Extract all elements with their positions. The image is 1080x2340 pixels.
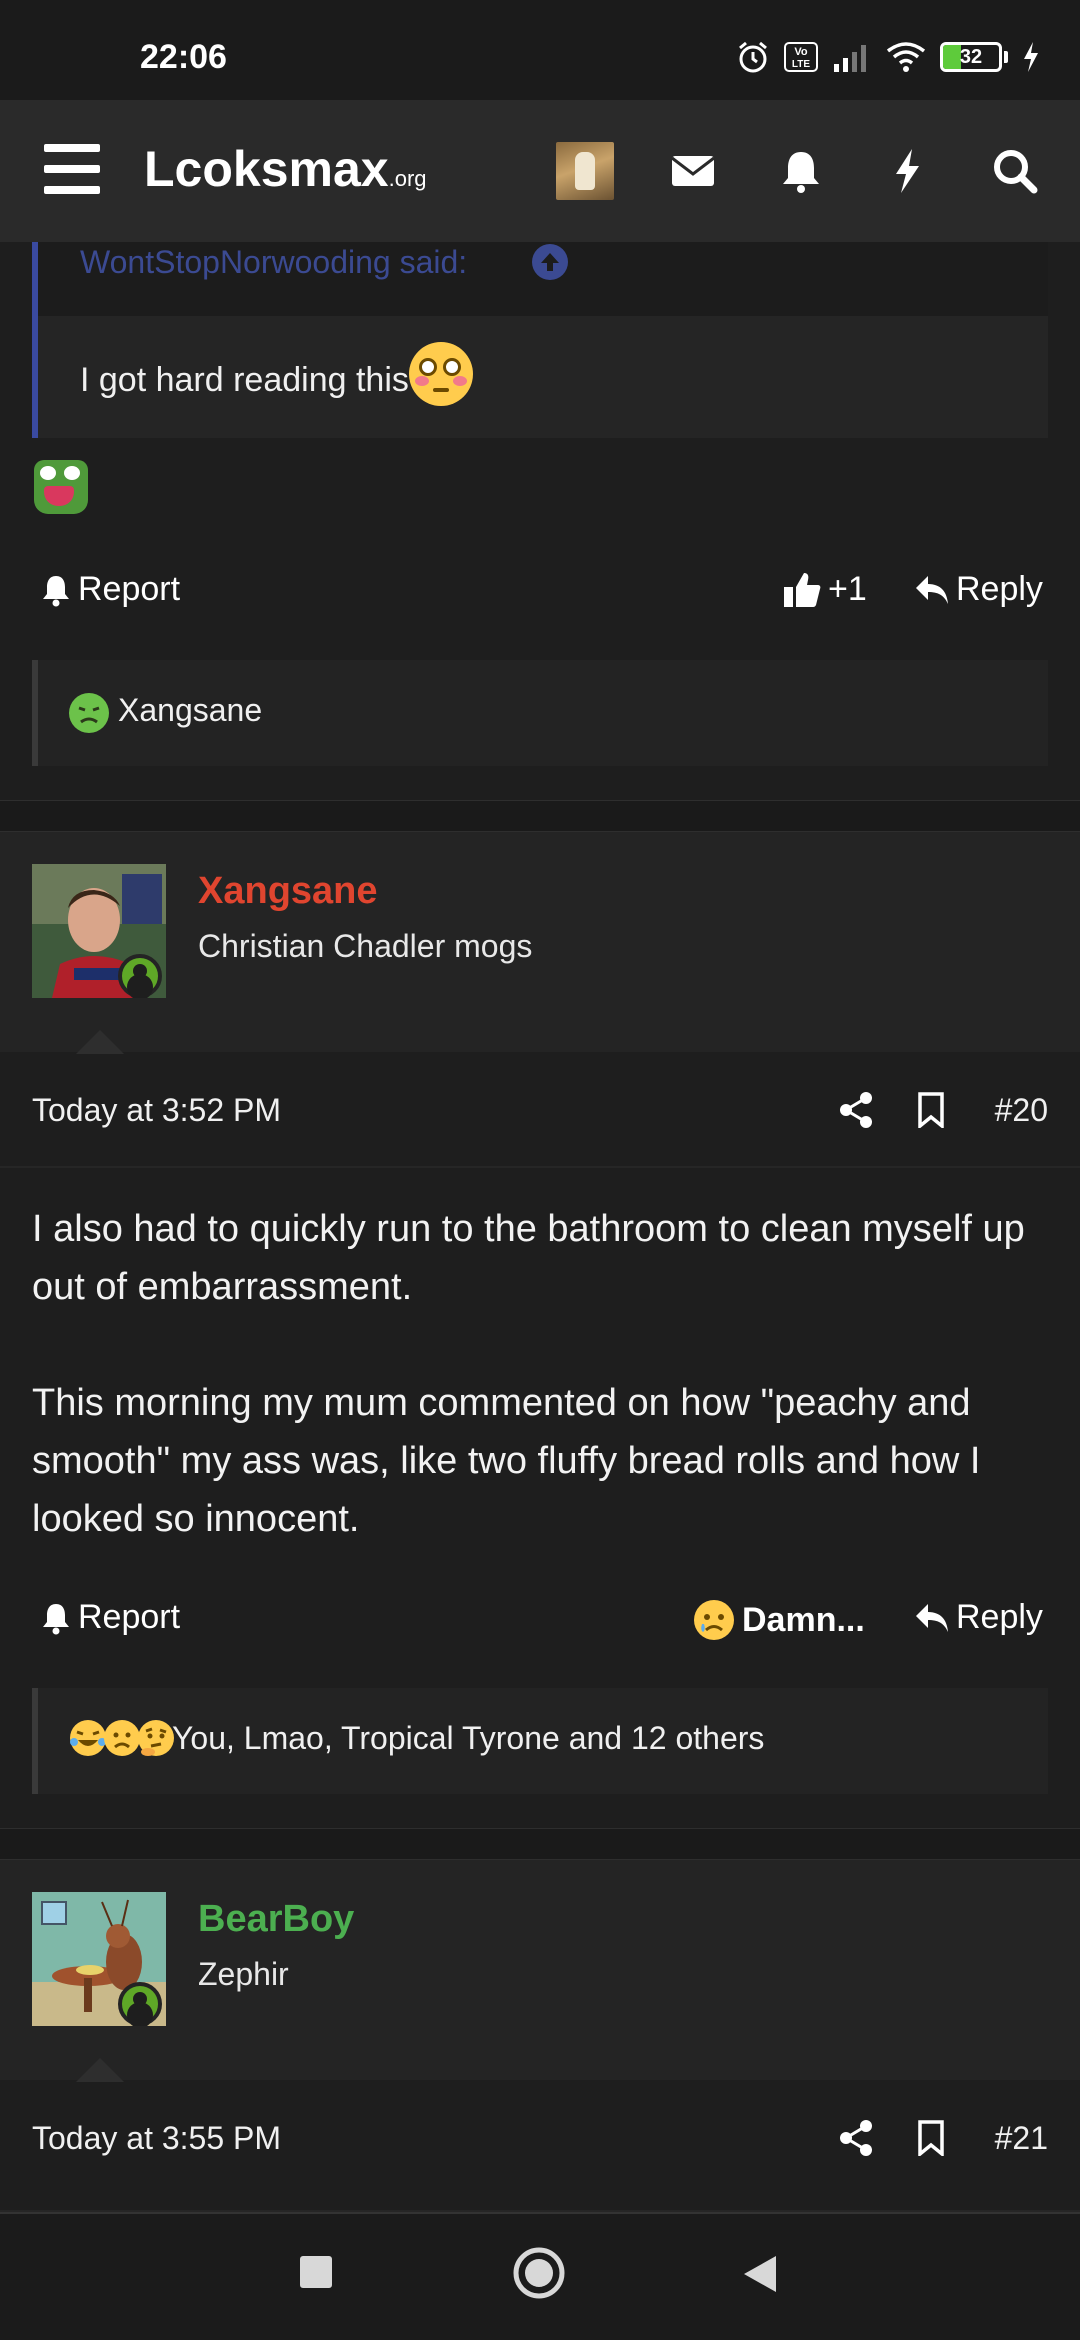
reply-label: Reply: [956, 1598, 1043, 1636]
user-avatar-bearboy[interactable]: [32, 1892, 166, 2026]
quote-block: WontStopNorwooding said: I got hard read…: [32, 242, 1048, 438]
account-avatar[interactable]: [556, 142, 614, 200]
search-icon[interactable]: [990, 146, 1040, 196]
like-button[interactable]: +1: [782, 570, 867, 609]
post-date[interactable]: Today at 3:55 PM: [32, 2120, 281, 2157]
report-button[interactable]: Report: [40, 1598, 180, 1637]
notifications-icon[interactable]: [776, 146, 826, 196]
site-header: Lcoksmax.org: [0, 100, 1080, 242]
home-icon[interactable]: [512, 2246, 566, 2300]
bell-icon: [43, 1603, 69, 1634]
site-logo[interactable]: Lcoksmax.org: [144, 140, 427, 198]
system-nav-bar: [0, 2212, 1080, 2340]
thumbs-up-icon: [784, 572, 821, 607]
status-time: 22:06: [140, 38, 227, 76]
post20-actions: Report Damn... Reply: [0, 1590, 1080, 1650]
reaction-label: Damn...: [742, 1600, 865, 1639]
signal-icon: [834, 45, 866, 72]
inbox-icon[interactable]: [668, 146, 718, 196]
logo-text: Lcoksmax: [144, 141, 389, 197]
post20-reactions[interactable]: You, Lmao, Tropical Tyrone and 12 others: [32, 1688, 1048, 1794]
post-separator: [0, 1828, 1080, 1860]
post20-body: I also had to quickly run to the bathroo…: [32, 1200, 1052, 1548]
reply-button[interactable]: Reply: [914, 1598, 1043, 1637]
wifi-icon: [886, 42, 926, 72]
flushed-face-icon: [408, 342, 473, 406]
post-number[interactable]: #20: [995, 1092, 1048, 1129]
status-bar: 22:06 Vo LTE 32: [0, 0, 1080, 100]
pepe-emoji-icon: [34, 460, 88, 514]
menu-icon[interactable]: [44, 144, 100, 194]
reply-icon: [916, 575, 948, 604]
reply-button[interactable]: Reply: [914, 570, 1043, 609]
charging-icon: [1024, 42, 1038, 72]
back-icon[interactable]: [742, 2254, 778, 2294]
reaction-button[interactable]: Damn...: [692, 1598, 865, 1642]
bookmark-icon[interactable]: [916, 1092, 946, 1128]
report-label: Report: [78, 1598, 181, 1636]
post-separator: [0, 800, 1080, 832]
bell-icon: [43, 575, 69, 606]
bookmark-icon[interactable]: [916, 2120, 946, 2156]
reactions-list: You, Lmao, Tropical Tyrone and 12 others: [172, 1720, 765, 1756]
username[interactable]: BearBoy: [198, 1898, 354, 1941]
post21-meta: Today at 3:55 PM #21: [0, 2082, 1080, 2212]
sad-face-icon: [694, 1600, 734, 1640]
reply-label: Reply: [956, 570, 1043, 608]
online-status-icon: [118, 954, 162, 998]
report-button[interactable]: Report: [40, 570, 180, 609]
svg-text:Vo: Vo: [794, 46, 808, 58]
whats-new-icon[interactable]: [882, 146, 932, 196]
post21-user-block: BearBoy Zephir: [0, 1860, 1080, 2080]
post20-user-block: Xangsane Christian Chadler mogs: [0, 832, 1080, 1052]
user-caret: [76, 1030, 124, 1054]
post19-actions: Report +1 Reply: [0, 562, 1080, 622]
post19-reactions[interactable]: Xangsane: [32, 660, 1048, 766]
user-title: Zephir: [198, 1956, 289, 1992]
quote-author[interactable]: WontStopNorwooding said:: [80, 242, 467, 282]
thinking-face-icon: [138, 1720, 174, 1756]
alarm-icon: [739, 41, 767, 73]
quote-text-content: I got hard reading this: [80, 360, 409, 399]
like-count: +1: [828, 570, 867, 608]
user-caret: [76, 2058, 124, 2082]
post-paragraph: This morning my mum commented on how "pe…: [32, 1382, 981, 1540]
recents-icon[interactable]: [298, 2254, 334, 2290]
post-number[interactable]: #21: [995, 2120, 1048, 2157]
status-icons: Vo LTE 32: [736, 40, 1040, 74]
nauseated-face-icon: [69, 693, 109, 733]
online-status-icon: [118, 1982, 162, 2026]
logo-tld: .org: [388, 166, 427, 191]
volte-icon: VoLTE: [784, 42, 818, 72]
svg-text:LTE: LTE: [792, 59, 810, 70]
user-title: Christian Chadler mogs: [198, 928, 533, 964]
post20-meta: Today at 3:52 PM #20: [0, 1054, 1080, 1168]
reactions-list: Xangsane: [118, 692, 263, 728]
battery-icon: 32: [940, 42, 1008, 72]
quote-jump-icon[interactable]: [532, 244, 568, 280]
quote-text: I got hard reading this: [80, 342, 473, 406]
battery-percent: 32: [959, 46, 983, 68]
user-avatar-xangsane[interactable]: [32, 864, 166, 998]
report-label: Report: [78, 570, 181, 608]
post-paragraph: I also had to quickly run to the bathroo…: [32, 1208, 1025, 1308]
share-icon[interactable]: [838, 1090, 874, 1130]
reply-icon: [916, 1603, 948, 1632]
post-date[interactable]: Today at 3:52 PM: [32, 1092, 281, 1129]
share-icon[interactable]: [838, 2118, 874, 2158]
username[interactable]: Xangsane: [198, 870, 378, 913]
